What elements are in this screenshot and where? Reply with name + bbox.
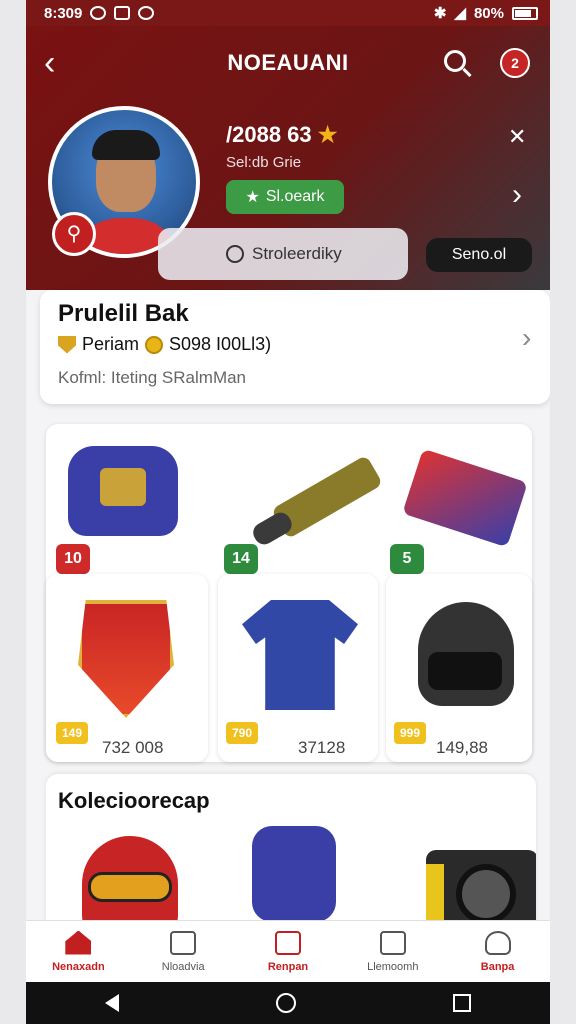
system-nav-bar [26, 982, 550, 1024]
tab-label: Banpa [480, 960, 515, 973]
collection-title: Kolecioorecap [58, 788, 210, 813]
bluetooth-icon: ✱ [433, 5, 447, 22]
battery-percent: 80% [473, 4, 504, 22]
bottom-tab-bar: Nenaxadn Nloadvia Renpan Llemoomh Banpa [26, 920, 550, 982]
tab-profile[interactable]: Banpa [448, 930, 548, 973]
profile-header: ‹ NOEAUANI 2 ⚲ /2088 63 ★ ✕ Sel:db Grie … [26, 26, 550, 290]
notification-badge[interactable]: 2 [500, 48, 530, 78]
avatar-edit-badge[interactable]: ⚲ [52, 212, 96, 256]
dark-pill-button[interactable]: Seno.ol [426, 238, 532, 272]
profile-icon [484, 930, 511, 955]
price-tag: 999 [394, 722, 426, 744]
status-time: 8:309 [44, 4, 83, 22]
helmet-icon [418, 602, 514, 706]
tools-icon[interactable]: ✕ [508, 124, 526, 150]
green-action-button[interactable]: ★ Sl.oeark [226, 180, 344, 214]
coin-icon [145, 335, 164, 354]
status-pill-label: Stroleerdiky [252, 244, 342, 263]
target-icon [379, 930, 406, 955]
star-icon: ★ [245, 189, 260, 206]
nav-recents-icon[interactable] [453, 994, 472, 1012]
item-count: 149,88 [436, 738, 488, 757]
chevron-right-icon[interactable]: › [512, 178, 522, 212]
battery-icon [512, 6, 538, 20]
top-bar: ‹ NOEAUANI 2 [26, 44, 550, 84]
tab-label: Llemoomh [367, 960, 419, 973]
home-icon [65, 930, 92, 955]
stats-value: /2088 63 [226, 122, 312, 147]
profile-card[interactable]: Prulelil Bak Periam S098 I00Ll3) Kofml: … [40, 290, 550, 404]
profile-card-row: Periam S098 I00Ll3) [58, 334, 271, 355]
rank-shield-icon [58, 335, 76, 354]
item-badge: 10 [56, 544, 90, 574]
tab-home[interactable]: Nenaxadn [28, 930, 128, 973]
tab-label: Nenaxadn [52, 960, 105, 973]
item-count: 37128 [298, 738, 346, 757]
search-icon[interactable] [444, 50, 466, 72]
profile-card-title: Prulelil Bak [58, 300, 189, 327]
tab-target[interactable]: Llemoomh [343, 930, 443, 973]
status-pill[interactable]: Stroleerdiky [158, 228, 408, 280]
check-circle-icon [226, 245, 244, 263]
status-chat-icon [138, 6, 155, 20]
page-title: NOEAUANI [227, 50, 349, 75]
tab-label: Renpan [267, 960, 309, 973]
profile-card-footer: Kofml: Iteting SRalmMan [58, 368, 247, 387]
status-notification-icon [90, 6, 107, 20]
cancel-box-icon [274, 930, 301, 955]
avatar-hair [92, 130, 160, 160]
status-media-icon [114, 6, 131, 20]
tab-label: Nloadvia [161, 960, 205, 973]
status-bar: 8:309 ✱ ◢ 80% [26, 0, 550, 26]
jersey-icon[interactable] [252, 826, 336, 922]
chevron-right-icon[interactable]: › [522, 322, 531, 354]
tab-cancel[interactable]: Renpan [238, 930, 338, 973]
row-value: S098 I00Ll3) [169, 334, 272, 354]
jersey-armor-icon[interactable] [68, 446, 178, 536]
dark-pill-label: Seno.ol [451, 246, 507, 263]
star-icon: ★ [317, 122, 338, 147]
app-screen: ‹ NOEAUANI 2 ⚲ /2088 63 ★ ✕ Sel:db Grie … [26, 26, 550, 982]
price-tag: 149 [56, 722, 88, 744]
nav-home-icon[interactable] [275, 993, 296, 1013]
signal-icon: ◢ [454, 5, 466, 22]
items-grid: 10 14 5 149 732 008 790 37128 999 149,88 [46, 424, 536, 762]
player-subtitle: Sel:db Grie [226, 154, 302, 171]
price-tag: 790 [226, 722, 258, 744]
nav-back-icon[interactable] [104, 994, 119, 1012]
document-icon [170, 930, 197, 955]
item-count: 732 008 [102, 738, 164, 757]
player-stats: /2088 63 ★ [226, 122, 338, 148]
item-badge: 14 [224, 544, 258, 574]
green-button-label: Sl.oeark [265, 188, 325, 205]
tab-documents[interactable]: Nloadvia [133, 930, 233, 973]
item-badge: 5 [390, 544, 424, 574]
row-label: Periam [82, 334, 140, 354]
collection-card[interactable]: Kolecioorecap [46, 774, 536, 944]
